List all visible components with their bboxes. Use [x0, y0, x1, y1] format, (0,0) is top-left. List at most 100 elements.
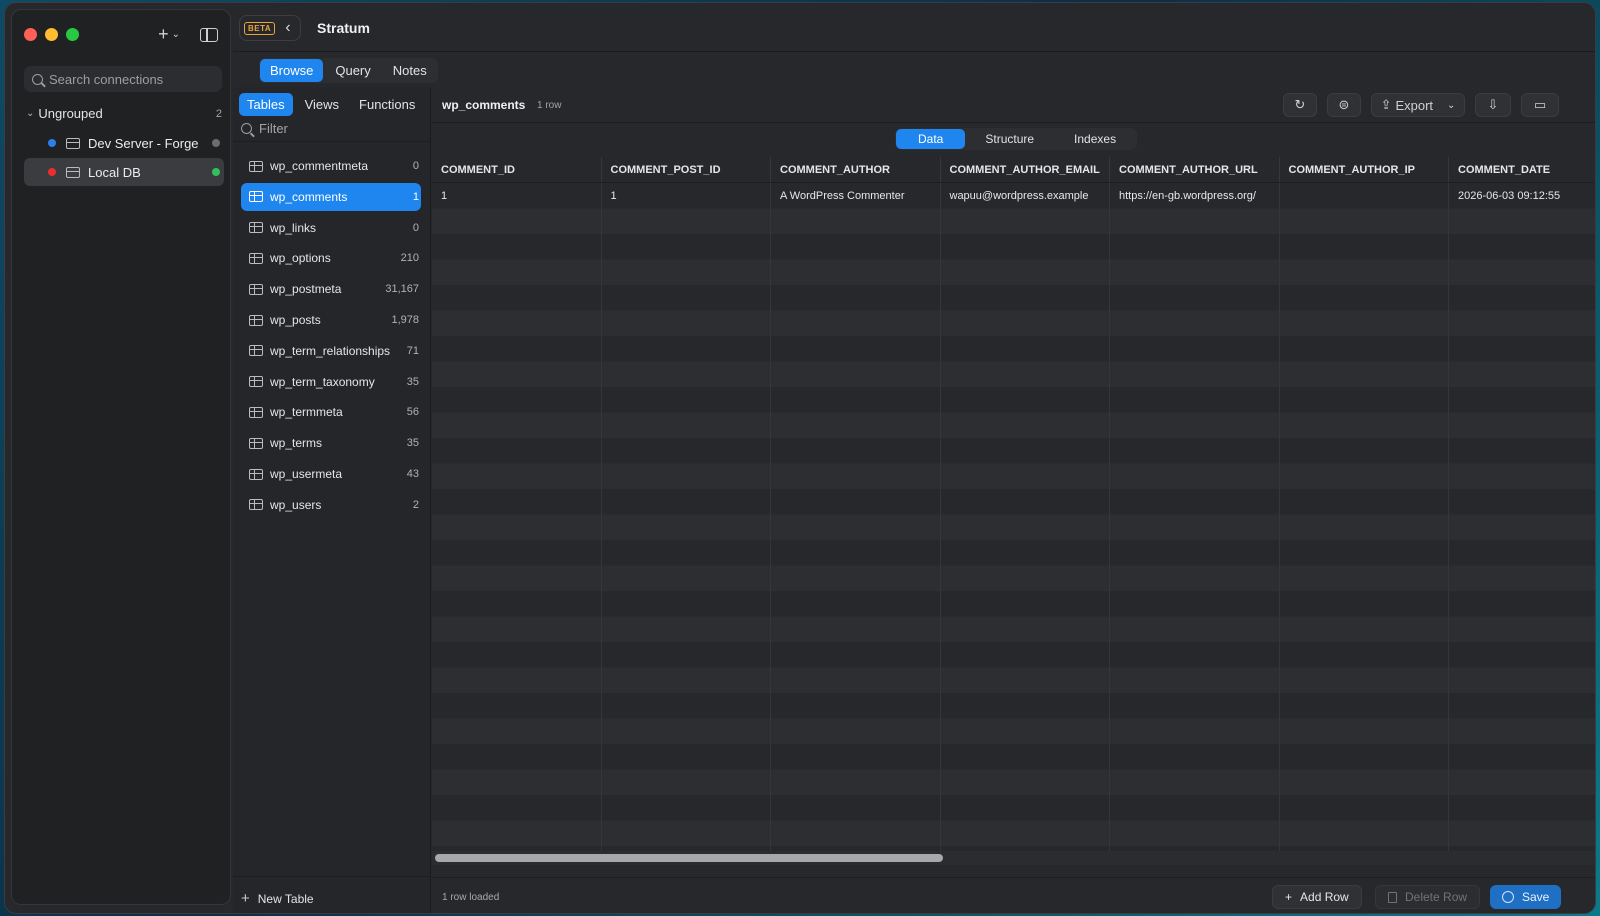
table-item-count: 2	[412, 498, 419, 511]
table-icon	[249, 283, 263, 295]
horizontal-scrollbar[interactable]	[435, 854, 943, 862]
table-item-wp-term-relationships[interactable]: wp_term_relationships 71	[241, 337, 421, 365]
toggle-inspector-button[interactable]: ▭	[1521, 93, 1559, 117]
search-icon	[241, 123, 252, 134]
table-cell[interactable]: 2026-06-03 09:12:55	[1449, 190, 1595, 202]
connection-item-dev-server[interactable]: Dev Server - Forge	[24, 129, 224, 157]
table-icon	[249, 499, 263, 511]
search-icon	[32, 73, 43, 85]
refresh-button[interactable]: ↻	[1283, 93, 1317, 117]
table-item-wp-commentmeta[interactable]: wp_commentmeta 0	[241, 152, 421, 180]
plus-icon: +	[241, 890, 250, 907]
table-icon	[249, 406, 263, 418]
tab-query[interactable]: Query	[325, 59, 380, 82]
plus-icon: +	[1285, 890, 1293, 904]
tab-tables[interactable]: Tables	[239, 93, 293, 116]
close-window-button[interactable]	[24, 28, 37, 41]
table-item-count: 43	[406, 468, 419, 480]
table-item-label: wp_terms	[270, 436, 323, 451]
table-item-label: wp_postmeta	[270, 282, 342, 297]
loaded-status: 1 row loaded	[442, 892, 500, 903]
new-table-label: New Table	[257, 891, 314, 906]
table-item-count: 1,978	[391, 314, 419, 326]
tab-structure[interactable]: Structure	[965, 129, 1054, 149]
table-cell[interactable]: wapuu@wordpress.example	[941, 190, 1111, 202]
tab-browse[interactable]: Browse	[260, 59, 324, 82]
chevron-down-icon: ⌄	[1447, 99, 1456, 111]
beta-back-control: BETA ‹	[239, 15, 301, 41]
column-header-comment-post-id[interactable]: COMMENT_POST_ID	[602, 157, 771, 182]
search-connections	[24, 66, 222, 92]
column-header-comment-author-ip[interactable]: COMMENT_AUTHOR_IP	[1280, 157, 1449, 182]
save-button[interactable]: Save	[1490, 885, 1562, 909]
import-button[interactable]: ⇩	[1475, 93, 1511, 117]
filter-icon: ⊜	[1338, 97, 1350, 112]
table-item-wp-term-taxonomy[interactable]: wp_term_taxonomy 35	[241, 368, 421, 396]
column-header-comment-author-email[interactable]: COMMENT_AUTHOR_EMAIL	[941, 157, 1110, 182]
table-item-count: 210	[400, 252, 419, 265]
add-row-button[interactable]: + Add Row	[1272, 885, 1362, 909]
table-icon	[249, 222, 263, 234]
column-header-comment-author-url[interactable]: COMMENT_AUTHOR_URL	[1110, 157, 1280, 182]
table-cell[interactable]: https://en-gb.wordpress.org/	[1110, 190, 1280, 202]
table-item-wp-usermeta[interactable]: wp_usermeta 43	[241, 460, 421, 488]
delete-row-label: Delete Row	[1405, 890, 1468, 904]
table-item-count: 35	[406, 375, 419, 388]
table-row[interactable]: 11A WordPress Commenter wapuu@wordpress.e…	[432, 183, 1595, 209]
table-item-wp-users[interactable]: wp_users 2	[241, 491, 421, 519]
grid-body: 11A WordPress Commenter wapuu@wordpress.e…	[432, 183, 1595, 853]
table-item-wp-posts[interactable]: wp_posts 1,978	[241, 306, 421, 334]
filter-button[interactable]: ⊜	[1327, 93, 1361, 117]
delete-row-button[interactable]: Delete Row	[1375, 885, 1481, 909]
view-tabs: Data Structure Indexes	[895, 128, 1138, 150]
database-icon	[66, 166, 80, 178]
minimize-window-button[interactable]	[45, 28, 58, 41]
zoom-window-button[interactable]	[66, 28, 79, 41]
new-table-button[interactable]: + New Table	[241, 890, 314, 907]
group-count: 2	[215, 107, 222, 120]
connection-item-local-db[interactable]: Local DB	[24, 158, 224, 186]
share-icon: ⇪	[1380, 97, 1392, 112]
refresh-icon: ↻	[1294, 97, 1306, 112]
table-item-label: wp_links	[270, 220, 317, 235]
filter-input[interactable]	[259, 121, 409, 136]
column-header-comment-id[interactable]: COMMENT_ID	[432, 157, 602, 182]
table-icon	[249, 345, 263, 357]
table-item-label: wp_posts	[270, 313, 321, 327]
grid-header: COMMENT_ID COMMENT_POST_ID COMMENT_AUTHOR C…	[432, 157, 1595, 183]
table-cell[interactable]: 1	[432, 190, 602, 202]
chevron-down-icon: ⌄	[26, 108, 35, 119]
add-connection-button[interactable]: + ⌄	[158, 24, 180, 45]
tab-functions[interactable]: Functions	[351, 93, 423, 116]
object-type-tabs: Tables Views Functions	[239, 93, 423, 116]
table-icon	[249, 437, 263, 449]
tables-footer-divider	[233, 876, 430, 877]
table-cell[interactable]: A WordPress Commenter	[771, 190, 941, 202]
table-item-wp-comments[interactable]: wp_comments 1	[241, 182, 421, 211]
tab-notes[interactable]: Notes	[383, 59, 437, 82]
toggle-sidebar-icon[interactable]	[200, 27, 218, 42]
table-item-label: wp_usermeta	[270, 467, 343, 481]
table-item-wp-postmeta[interactable]: wp_postmeta 31,167	[241, 275, 421, 303]
search-connections-input[interactable]	[49, 71, 209, 87]
tab-data[interactable]: Data	[896, 129, 966, 149]
sidebar-top-actions: + ⌄	[158, 24, 218, 45]
table-item-wp-terms[interactable]: wp_terms 35	[241, 429, 421, 457]
app-title: Stratum	[317, 20, 370, 36]
table-item-count: 0	[412, 221, 419, 234]
chevron-left-icon[interactable]: ‹	[285, 19, 290, 37]
data-header: wp_comments 1 row ↻ ⊜ ⇪ Export ⌄ ⇩ ▭	[432, 87, 1595, 123]
grid-rows: 11A WordPress Commenter wapuu@wordpress.e…	[432, 183, 1595, 209]
chevron-down-icon: ⌄	[171, 29, 180, 40]
table-item-wp-termmeta[interactable]: wp_termmeta 56	[241, 398, 421, 426]
tab-views[interactable]: Views	[297, 93, 347, 116]
column-header-comment-date[interactable]: COMMENT_DATE	[1449, 157, 1595, 182]
column-header-comment-author[interactable]: COMMENT_AUTHOR	[771, 157, 941, 182]
table-icon	[249, 252, 263, 264]
tab-indexes[interactable]: Indexes	[1054, 129, 1136, 149]
table-item-wp-options[interactable]: wp_options 210	[241, 244, 421, 272]
export-button[interactable]: ⇪ Export ⌄	[1371, 93, 1465, 117]
table-item-wp-links[interactable]: wp_links 0	[241, 214, 421, 242]
connection-group[interactable]: ⌄ Ungrouped 2	[26, 106, 222, 121]
table-cell[interactable]: 1	[602, 190, 772, 202]
